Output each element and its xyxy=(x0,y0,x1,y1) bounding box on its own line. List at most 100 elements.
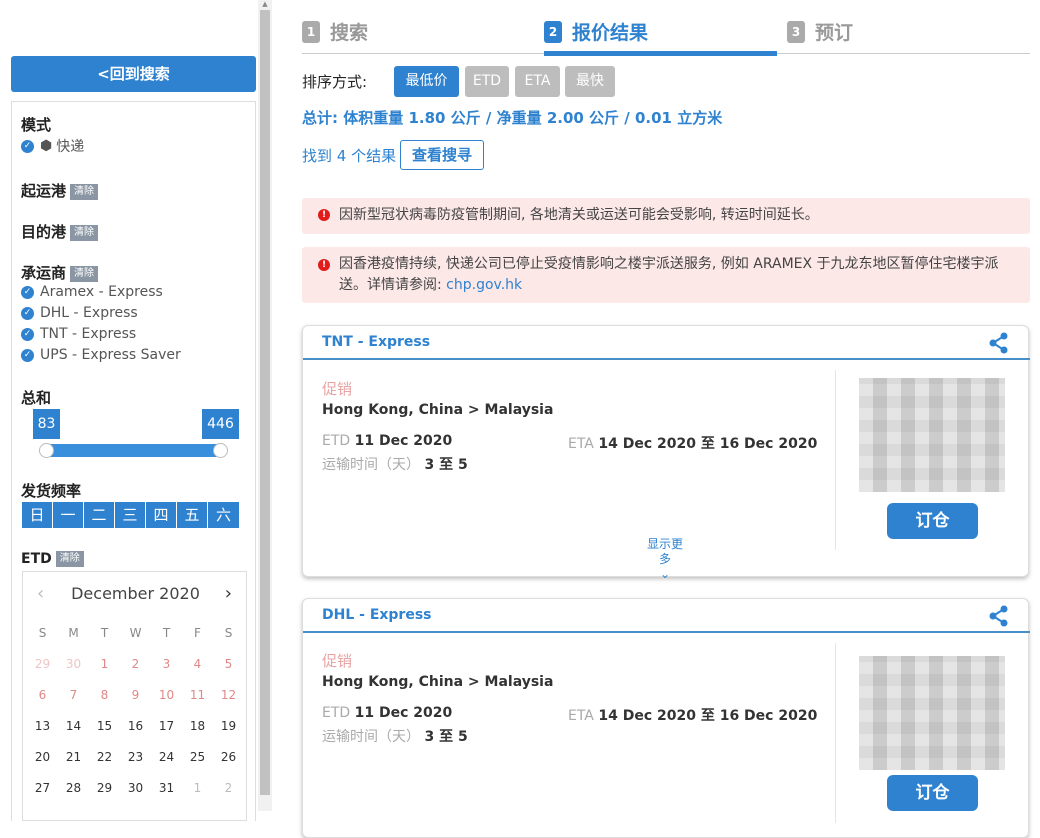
calendar-day[interactable]: 9 xyxy=(120,680,151,711)
step-results[interactable]: 2 报价结果 xyxy=(544,18,648,45)
notice-banner: ! 因香港疫情持续, 快递公司已停止受疫情影响之楼宇派送服务, 例如 ARAME… xyxy=(302,247,1030,303)
notice-banner: ! 因新型冠状病毒防疫管制期间, 各地清关或运送可能会受影响, 转运时间延长。 xyxy=(302,198,1030,234)
sort-fastest-button[interactable]: 最快 xyxy=(565,66,615,97)
calendar-day[interactable]: 18 xyxy=(182,711,213,742)
carrier-logo xyxy=(859,378,1005,492)
calendar-day[interactable]: 5 xyxy=(213,649,244,680)
mode-option-express[interactable]: ✓ ⬢ 快递 xyxy=(21,136,84,156)
share-icon[interactable] xyxy=(988,332,1010,354)
total-title: 总和 xyxy=(21,389,52,407)
calendar-day[interactable]: 4 xyxy=(182,649,213,680)
calendar-day[interactable]: 19 xyxy=(213,711,244,742)
weekday-toggle[interactable]: 二 xyxy=(84,502,115,528)
box-icon: ⬢ xyxy=(40,138,53,154)
calendar-day[interactable]: 7 xyxy=(58,680,89,711)
weekday-toggle[interactable]: 日 xyxy=(22,502,53,528)
clear-carrier-button[interactable]: 清除 xyxy=(70,265,99,282)
clear-origin-button[interactable]: 清除 xyxy=(70,183,99,200)
step-booking[interactable]: 3 预订 xyxy=(787,18,853,45)
weekday-toggle[interactable]: 一 xyxy=(53,502,84,528)
calendar-day[interactable]: 1 xyxy=(89,649,120,680)
calendar-day[interactable]: 21 xyxy=(58,742,89,773)
calendar-day[interactable]: 1 xyxy=(182,773,213,804)
calendar-weekday-header: M xyxy=(68,626,79,640)
range-min-handle[interactable] xyxy=(39,443,54,458)
range-slider-track[interactable] xyxy=(40,444,226,457)
carrier-title: 承运商 清除 xyxy=(21,262,99,283)
calendar-day[interactable]: 6 xyxy=(27,680,58,711)
calendar-day[interactable]: 20 xyxy=(27,742,58,773)
alert-icon: ! xyxy=(318,259,330,271)
calendar-day[interactable]: 30 xyxy=(120,773,151,804)
calendar-day[interactable]: 23 xyxy=(120,742,151,773)
calendar-day[interactable]: 8 xyxy=(89,680,120,711)
etd-calendar: ‹ December 2020 › S M T W T F S 29 30 1 2 3 4 5 6 7 8 9 10… xyxy=(22,571,247,821)
scroll-up-arrow-icon[interactable]: ▲ xyxy=(260,0,270,9)
alert-icon: ! xyxy=(318,209,330,221)
calendar-day[interactable]: 11 xyxy=(182,680,213,711)
check-icon: ✓ xyxy=(21,348,34,362)
carrier-option[interactable]: ✓ UPS - Express Saver xyxy=(21,347,181,363)
sort-eta-button[interactable]: ETA xyxy=(515,66,560,97)
calendar-day[interactable]: 28 xyxy=(58,773,89,804)
etd-title: ETD 清除 xyxy=(21,551,84,567)
etd-info: ETD 11 Dec 2020 xyxy=(322,705,453,721)
range-max-handle[interactable] xyxy=(213,443,228,458)
sort-label: 排序方式: xyxy=(302,73,368,91)
calendar-day[interactable]: 2 xyxy=(213,773,244,804)
calendar-day[interactable]: 12 xyxy=(213,680,244,711)
calendar-day[interactable]: 17 xyxy=(151,711,182,742)
book-button[interactable]: 订仓 xyxy=(887,775,978,811)
calendar-day[interactable]: 26 xyxy=(213,742,244,773)
calendar-month: December 2020 xyxy=(71,584,200,603)
calendar-day[interactable]: 31 xyxy=(151,773,182,804)
route: Hong Kong, China > Malaysia xyxy=(322,402,554,418)
carrier-option[interactable]: ✓ TNT - Express xyxy=(21,326,136,342)
calendar-day[interactable]: 27 xyxy=(27,773,58,804)
calendar-day[interactable]: 25 xyxy=(182,742,213,773)
check-icon: ✓ xyxy=(21,285,34,299)
calendar-weekday-header: T xyxy=(100,626,109,640)
show-more-link[interactable]: 显示更多 ⌄ xyxy=(642,537,688,582)
calendar-day[interactable]: 24 xyxy=(151,742,182,773)
carrier-option[interactable]: ✓ Aramex - Express xyxy=(21,284,163,300)
calendar-day[interactable]: 10 xyxy=(151,680,182,711)
calendar-day[interactable]: 3 xyxy=(151,649,182,680)
clear-destination-button[interactable]: 清除 xyxy=(70,224,99,241)
calendar-day[interactable]: 13 xyxy=(27,711,58,742)
calendar-day[interactable]: 22 xyxy=(89,742,120,773)
calendar-day[interactable]: 30 xyxy=(58,649,89,680)
calendar-weekday-header: F xyxy=(194,626,201,640)
sidebar-scrollbar-thumb[interactable] xyxy=(260,10,270,795)
carrier-option[interactable]: ✓ DHL - Express xyxy=(21,305,138,321)
sort-lowest-price-button[interactable]: 最低价 xyxy=(394,66,459,97)
weekday-toggle[interactable]: 四 xyxy=(146,502,177,528)
share-icon[interactable] xyxy=(988,605,1010,627)
calendar-day[interactable]: 14 xyxy=(58,711,89,742)
calendar-day[interactable]: 2 xyxy=(120,649,151,680)
destination-title: 目的港 清除 xyxy=(21,221,99,242)
calendar-day[interactable]: 29 xyxy=(89,773,120,804)
calendar-day[interactable]: 16 xyxy=(120,711,151,742)
weekday-toggle[interactable]: 五 xyxy=(177,502,208,528)
carrier-name: DHL - Express xyxy=(322,607,432,623)
weekday-toggle[interactable]: 六 xyxy=(208,502,239,528)
weekday-toggle[interactable]: 三 xyxy=(115,502,146,528)
origin-title: 起运港 清除 xyxy=(21,180,99,201)
view-search-button[interactable]: 查看搜寻 xyxy=(400,140,484,170)
range-min-label: 83 xyxy=(33,409,60,439)
results-count: 找到 4 个结果 xyxy=(302,147,397,165)
calendar-day[interactable]: 15 xyxy=(89,711,120,742)
clear-etd-button[interactable]: 清除 xyxy=(55,551,84,567)
check-icon: ✓ xyxy=(21,306,34,320)
step-search[interactable]: 1 搜索 xyxy=(302,18,368,45)
result-card: DHL - Express 促销 Hong Kong, China > Mala… xyxy=(302,598,1030,838)
calendar-day[interactable]: 29 xyxy=(27,649,58,680)
back-to-search-button[interactable]: <回到搜索 xyxy=(11,56,256,92)
check-icon: ✓ xyxy=(21,139,34,153)
chevron-right-icon[interactable]: › xyxy=(225,583,232,604)
calendar-weekday-header: W xyxy=(129,626,142,640)
sort-etd-button[interactable]: ETD xyxy=(465,66,509,97)
chp-link[interactable]: chp.gov.hk xyxy=(446,277,522,293)
book-button[interactable]: 订仓 xyxy=(887,503,978,539)
